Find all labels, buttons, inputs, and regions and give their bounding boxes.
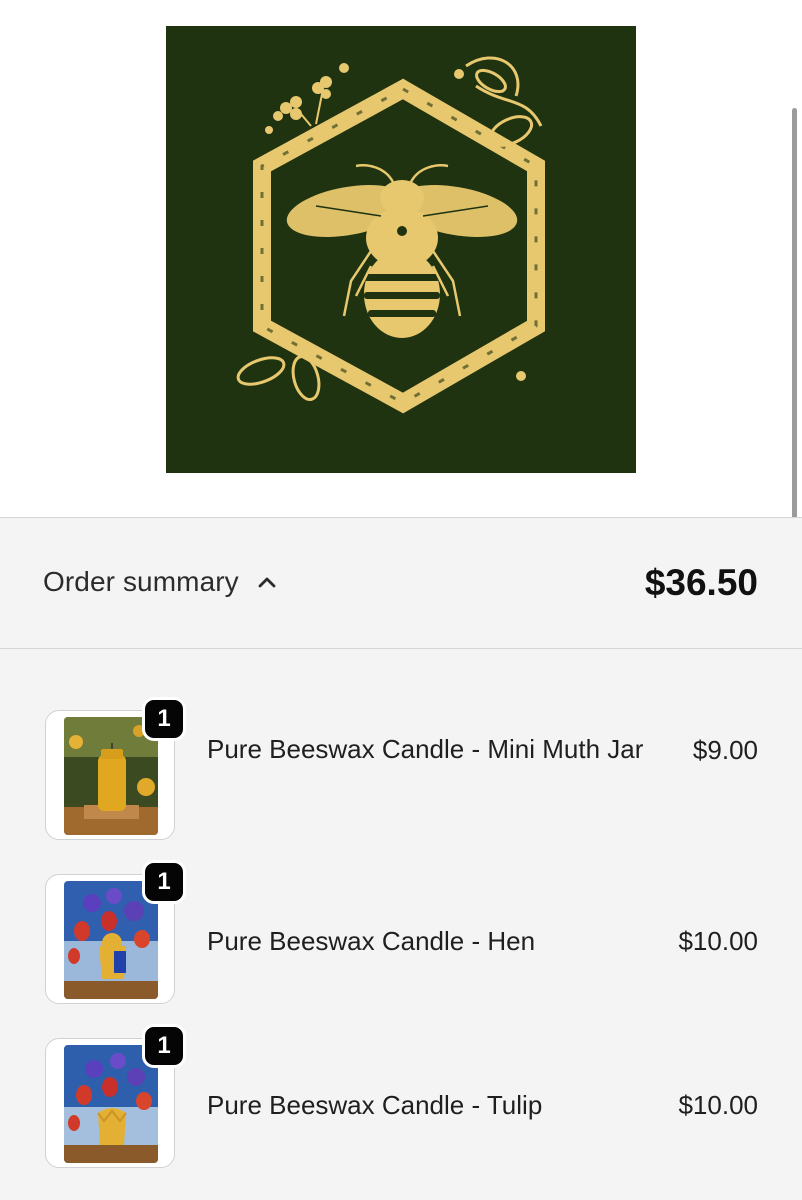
item-name: Pure Beeswax Candle - Mini Muth Jar <box>207 734 644 764</box>
item-name: Pure Beeswax Candle - Tulip <box>207 1090 543 1120</box>
order-summary-section: Order summary $36.50 1 Pure Beeswax Cand… <box>0 517 802 1200</box>
bee-hexagon-logo-icon <box>166 26 636 473</box>
order-summary-toggle[interactable]: Order summary <box>43 566 277 598</box>
chevron-up-icon <box>258 577 276 588</box>
order-summary-bar[interactable]: Order summary $36.50 <box>0 518 802 649</box>
item-price: $10.00 <box>678 1090 758 1120</box>
item-price: $10.00 <box>678 926 758 956</box>
logo-area <box>0 0 802 517</box>
order-summary-label: Order summary <box>43 566 239 597</box>
quantity-badge: 1 <box>142 1024 186 1068</box>
item-price: $9.00 <box>692 735 758 765</box>
quantity-badge: 1 <box>142 860 186 904</box>
quantity-badge: 1 <box>142 697 186 741</box>
order-total: $36.50 <box>644 562 758 603</box>
item-name: Pure Beeswax Candle - Hen <box>207 926 536 956</box>
